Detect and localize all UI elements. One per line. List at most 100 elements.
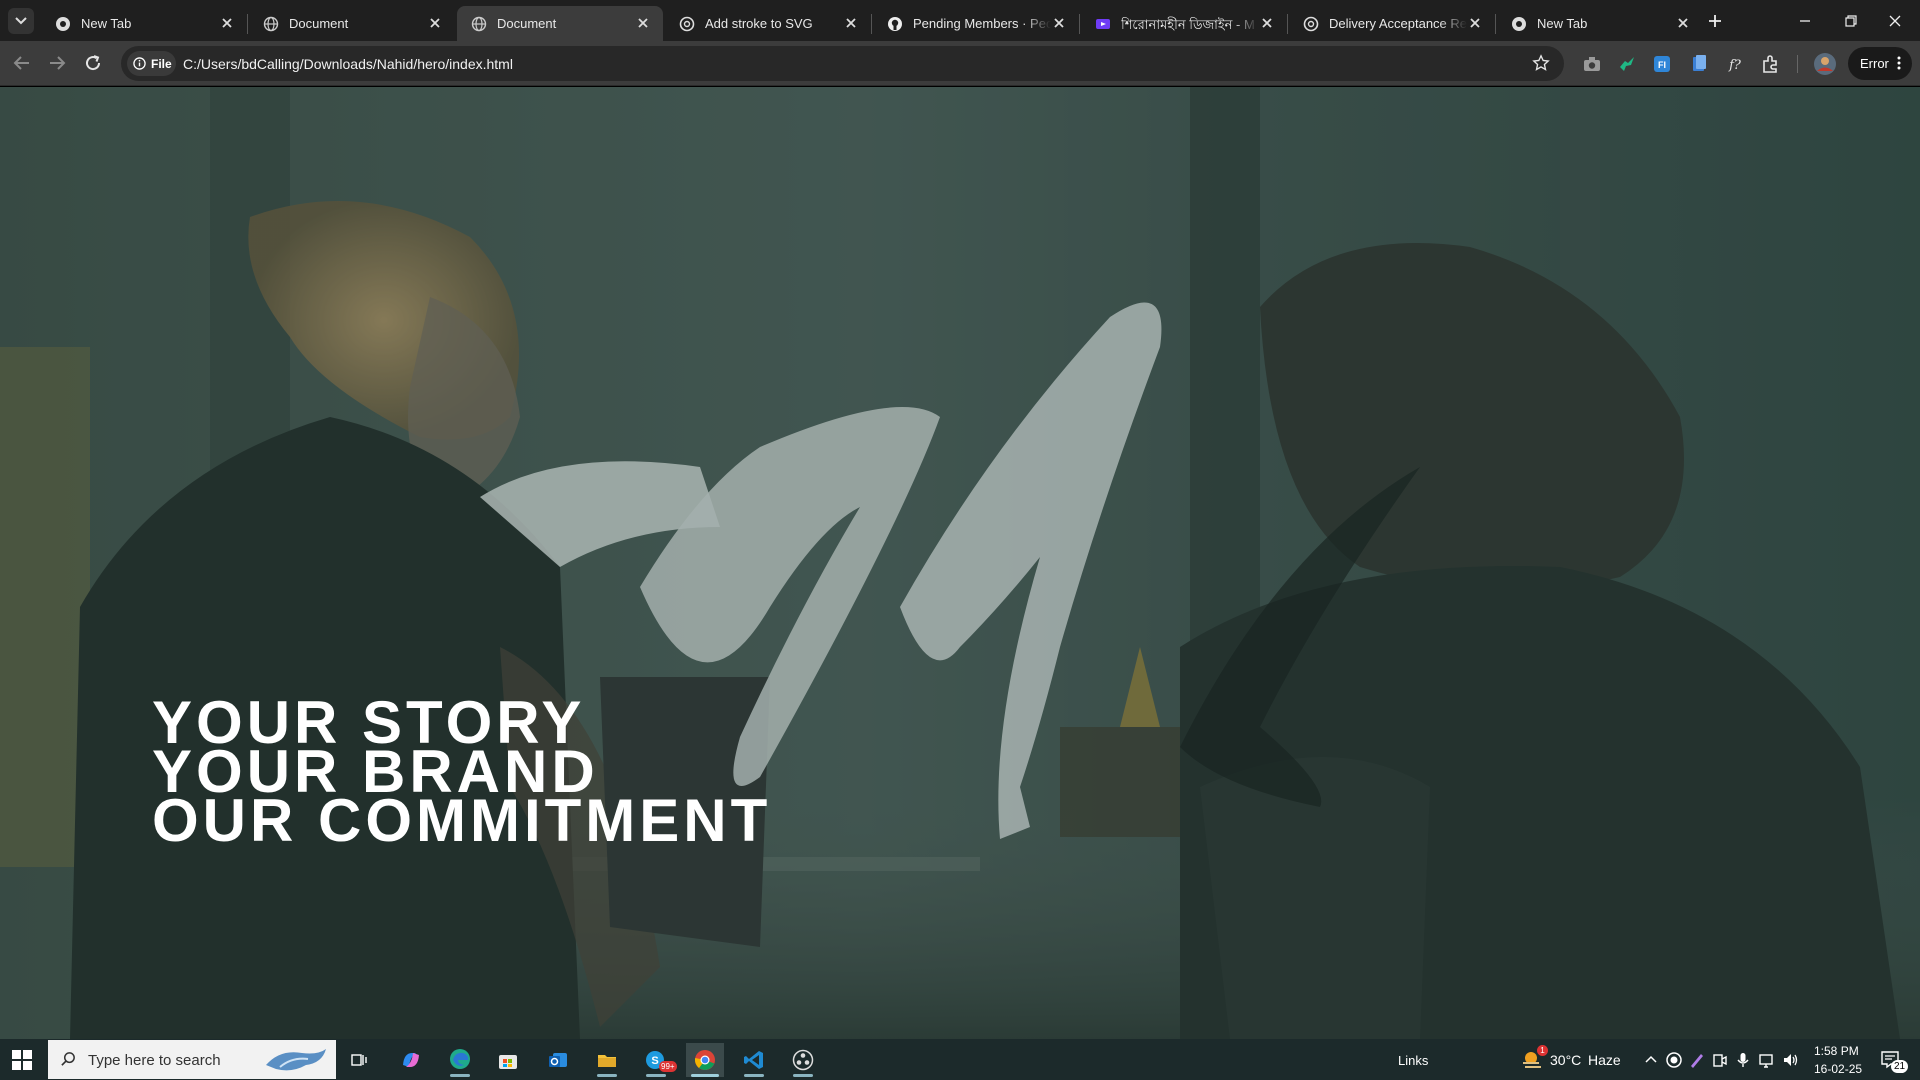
bookmark-star-icon[interactable] bbox=[1532, 54, 1550, 72]
profile-error-button[interactable]: Error bbox=[1848, 47, 1912, 80]
task-view-icon bbox=[351, 1054, 367, 1066]
url-text[interactable]: C:/Users/bdCalling/Downloads/Nahid/hero/… bbox=[183, 56, 513, 72]
close-icon[interactable] bbox=[1259, 15, 1275, 31]
tab-new-tab-2[interactable]: New Tab bbox=[1497, 6, 1703, 41]
copilot-app[interactable] bbox=[392, 1043, 430, 1077]
chevron-down-icon bbox=[15, 17, 27, 25]
task-view-button[interactable] bbox=[340, 1043, 378, 1077]
obs-icon bbox=[792, 1049, 814, 1071]
restore-icon[interactable] bbox=[1840, 10, 1862, 32]
close-icon[interactable] bbox=[635, 15, 651, 31]
tab-divider bbox=[1495, 14, 1496, 34]
tab-delivery-acceptance[interactable]: Delivery Acceptance Requ bbox=[1289, 6, 1496, 41]
taskbar-search-box[interactable]: Type here to search bbox=[48, 1040, 336, 1079]
copilot-icon bbox=[403, 1053, 419, 1067]
clock-time[interactable]: 1:58 PM bbox=[1814, 1044, 1859, 1058]
meet-now-icon[interactable] bbox=[1711, 1051, 1729, 1069]
store-app[interactable] bbox=[489, 1043, 527, 1077]
network-icon[interactable] bbox=[1758, 1051, 1776, 1069]
close-icon[interactable] bbox=[1051, 15, 1067, 31]
tab-divider bbox=[871, 14, 872, 34]
tab-document-1[interactable]: Document bbox=[249, 6, 455, 41]
globe-icon bbox=[471, 16, 487, 32]
hero-line-3: OUR COMMITMENT bbox=[152, 787, 772, 854]
new-tab-plus-icon[interactable] bbox=[1704, 10, 1726, 32]
openai-icon bbox=[679, 16, 695, 32]
bird-extension-icon[interactable] bbox=[1616, 53, 1638, 75]
close-icon[interactable] bbox=[843, 15, 859, 31]
chrome-icon bbox=[56, 17, 70, 31]
pen-icon[interactable] bbox=[1688, 1051, 1706, 1069]
document-extension-icon[interactable] bbox=[1688, 53, 1710, 75]
close-icon[interactable] bbox=[1675, 15, 1691, 31]
weather-temperature[interactable]: 30°C bbox=[1550, 1052, 1581, 1068]
fi-extension-icon[interactable]: FI bbox=[1651, 53, 1673, 75]
page-viewport: YOUR STORY YOUR BRAND OUR COMMITMENT bbox=[0, 87, 1920, 1039]
github-icon bbox=[888, 17, 902, 31]
volume-icon[interactable] bbox=[1782, 1051, 1800, 1069]
tab-title: New Tab bbox=[81, 16, 132, 31]
tab-divider bbox=[1079, 14, 1080, 34]
camera-extension-icon[interactable] bbox=[1581, 53, 1603, 75]
tab-add-stroke[interactable]: Add stroke to SVG bbox=[665, 6, 872, 41]
vscode-app[interactable] bbox=[735, 1043, 773, 1077]
clock-date[interactable]: 16-02-25 bbox=[1814, 1062, 1862, 1076]
tab-title: Document bbox=[497, 16, 557, 31]
obs-app[interactable] bbox=[784, 1043, 822, 1077]
tab-title: Document bbox=[289, 16, 349, 31]
chrome-icon bbox=[1512, 17, 1526, 31]
chevron-up-icon[interactable] bbox=[1642, 1051, 1660, 1069]
close-icon[interactable] bbox=[219, 15, 235, 31]
canva-icon bbox=[1096, 19, 1110, 29]
tab-title: Add stroke to SVG bbox=[705, 16, 813, 31]
globe-icon bbox=[263, 16, 279, 32]
tab-search-button[interactable] bbox=[8, 8, 34, 34]
openai-icon bbox=[1303, 16, 1319, 32]
info-icon bbox=[133, 57, 146, 70]
windows-start-icon[interactable] bbox=[12, 1050, 32, 1070]
tab-title: Delivery Acceptance Requ bbox=[1329, 16, 1467, 31]
browser-toolbar: File C:/Users/bdCalling/Downloads/Nahid/… bbox=[0, 41, 1920, 86]
back-arrow-icon[interactable] bbox=[10, 51, 34, 75]
hero-heading: YOUR STORY YOUR BRAND OUR COMMITMENT bbox=[152, 693, 772, 854]
minimize-icon[interactable] bbox=[1794, 10, 1816, 32]
record-icon[interactable] bbox=[1665, 1051, 1683, 1069]
tab-strip: New Tab Document Document Add stroke to … bbox=[0, 0, 1920, 41]
weather-condition[interactable]: Haze bbox=[1588, 1052, 1621, 1068]
tab-document-active[interactable]: Document bbox=[457, 6, 663, 41]
forward-arrow-icon[interactable] bbox=[45, 51, 69, 75]
chrome-app[interactable] bbox=[686, 1043, 724, 1077]
tab-pending-members[interactable]: Pending Members · People bbox=[873, 6, 1080, 41]
microphone-icon[interactable] bbox=[1734, 1051, 1752, 1069]
skype-app[interactable]: S 99+ bbox=[637, 1043, 677, 1077]
outlook-app[interactable] bbox=[539, 1043, 577, 1077]
links-toolbar-label[interactable]: Links bbox=[1398, 1053, 1428, 1068]
store-icon bbox=[499, 1055, 517, 1069]
tab-canva-design[interactable]: শিরোনামহীন ডিজাইন - M bbox=[1081, 6, 1288, 41]
address-bar[interactable]: File C:/Users/bdCalling/Downloads/Nahid/… bbox=[121, 46, 1564, 81]
folder-icon bbox=[598, 1055, 616, 1067]
tab-title: Pending Members · People bbox=[913, 16, 1051, 31]
extensions-puzzle-icon[interactable] bbox=[1760, 53, 1782, 75]
site-info-chip[interactable]: File bbox=[127, 51, 176, 76]
search-icon bbox=[61, 1052, 75, 1066]
vscode-icon bbox=[744, 1051, 763, 1069]
edge-app[interactable] bbox=[441, 1043, 479, 1077]
close-icon[interactable] bbox=[427, 15, 443, 31]
avatar[interactable] bbox=[1813, 52, 1837, 76]
file-explorer-app[interactable] bbox=[588, 1043, 626, 1077]
close-icon[interactable] bbox=[1467, 15, 1483, 31]
font-extension-icon[interactable]: f? bbox=[1724, 53, 1746, 75]
edge-icon bbox=[450, 1049, 470, 1069]
profile-error-label: Error bbox=[1860, 56, 1889, 71]
svg-text:FI: FI bbox=[1658, 60, 1666, 70]
toolbar-divider bbox=[1797, 55, 1798, 73]
tab-new-tab-1[interactable]: New Tab bbox=[41, 6, 248, 41]
reload-icon[interactable] bbox=[81, 51, 105, 75]
weather-alert-badge: 1 bbox=[1537, 1045, 1548, 1056]
window-close-icon[interactable] bbox=[1884, 10, 1906, 32]
tab-title: শিরোনামহীন ডিজাইন - M bbox=[1121, 17, 1255, 32]
more-vertical-icon[interactable] bbox=[1896, 55, 1902, 71]
windows-taskbar: Type here to search S 99+ Links 1 30°C H… bbox=[0, 1039, 1920, 1080]
notification-count-badge: 21 bbox=[1891, 1060, 1909, 1073]
